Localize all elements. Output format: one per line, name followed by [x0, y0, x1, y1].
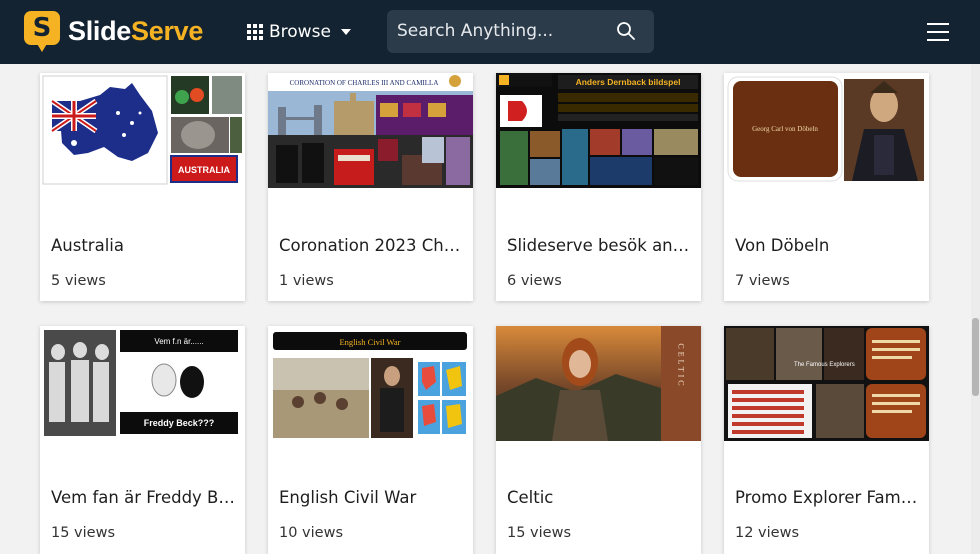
thumbnail-caption: AUSTRALIA	[178, 165, 230, 175]
presentation-title[interactable]: Slideserve besök antal	[507, 236, 693, 255]
view-count: 15 views	[51, 525, 116, 541]
thumbnail-caption: CELTIC	[677, 343, 686, 388]
view-count: 7 views	[735, 273, 790, 289]
browse-label: Browse	[269, 22, 331, 42]
presentation-thumbnail[interactable]: Georg Carl von Döbeln	[724, 73, 929, 188]
thumbnail-caption: English Civil War	[339, 337, 400, 347]
thumbnail-caption: CORONATION OF CHARLES III AND CAMILLA	[290, 79, 439, 87]
presentation-card[interactable]: AUSTRALIA Australia 5 views	[40, 73, 245, 301]
view-count: 6 views	[507, 273, 562, 289]
presentation-title[interactable]: English Civil War	[279, 488, 465, 507]
search-box	[387, 10, 654, 53]
presentation-title[interactable]: Promo Explorer Famous	[735, 488, 921, 507]
presentation-thumbnail[interactable]: Anders Dernback bildspel	[496, 73, 701, 188]
presentation-thumbnail[interactable]: English Civil War	[268, 326, 473, 441]
presentation-thumbnail[interactable]: AUSTRALIA	[40, 73, 245, 188]
presentation-title[interactable]: Coronation 2023 Charles III	[279, 236, 465, 255]
presentation-title[interactable]: Celtic	[507, 488, 693, 507]
view-count: 12 views	[735, 525, 800, 541]
presentation-card[interactable]: CORONATION OF CHARLES III AND CAMILLA Co…	[268, 73, 473, 301]
thumbnail-caption: Anders Dernback bildspel	[576, 77, 681, 87]
presentation-thumbnail[interactable]: CELTIC	[496, 326, 701, 441]
presentation-card[interactable]: The Famous Explorers Promo Explorer Famo…	[724, 326, 929, 554]
thumbnail-caption: The Famous Explorers	[794, 362, 855, 368]
search-icon[interactable]	[616, 21, 636, 41]
grid-icon	[247, 24, 263, 40]
scrollbar-track[interactable]	[971, 64, 980, 554]
view-count: 10 views	[279, 525, 344, 541]
browse-menu-button[interactable]: Browse	[247, 18, 351, 46]
view-count: 15 views	[507, 525, 572, 541]
slideserve-logo[interactable]: S SlideServe	[24, 9, 203, 53]
presentation-thumbnail[interactable]: The Famous Explorers	[724, 326, 929, 441]
presentation-title[interactable]: Von Döbeln	[735, 236, 921, 255]
thumbnail-caption: Vem f.n är......	[154, 337, 203, 346]
top-navbar: S SlideServe Browse	[0, 0, 980, 64]
scrollbar-thumb[interactable]	[972, 318, 979, 396]
chevron-down-icon	[340, 29, 351, 35]
menu-icon[interactable]	[927, 23, 949, 41]
presentation-card[interactable]: English Civil War English Civil War 10 v…	[268, 326, 473, 554]
search-input[interactable]	[397, 16, 607, 46]
logo-badge-icon: S	[24, 11, 60, 52]
view-count: 5 views	[51, 273, 106, 289]
view-count: 1 views	[279, 273, 334, 289]
presentation-thumbnail[interactable]: CORONATION OF CHARLES III AND CAMILLA	[268, 73, 473, 188]
presentation-title[interactable]: Vem fan är Freddy Beck	[51, 488, 237, 507]
presentation-thumbnail[interactable]: Vem f.n är...... Freddy Beck???	[40, 326, 245, 441]
thumbnail-caption-2: Freddy Beck???	[144, 418, 215, 428]
presentation-card[interactable]: Georg Carl von Döbeln Von Döbeln 7 views	[724, 73, 929, 301]
logo-wordmark: SlideServe	[68, 15, 204, 46]
presentation-card[interactable]: Vem f.n är...... Freddy Beck??? Vem fan …	[40, 326, 245, 554]
thumbnail-caption: Georg Carl von Döbeln	[752, 125, 818, 133]
presentation-title[interactable]: Australia	[51, 236, 237, 255]
presentation-card[interactable]: Anders Dernback bildspel Slideserve besö…	[496, 73, 701, 301]
presentation-card[interactable]: CELTIC Celtic 15 views	[496, 326, 701, 554]
